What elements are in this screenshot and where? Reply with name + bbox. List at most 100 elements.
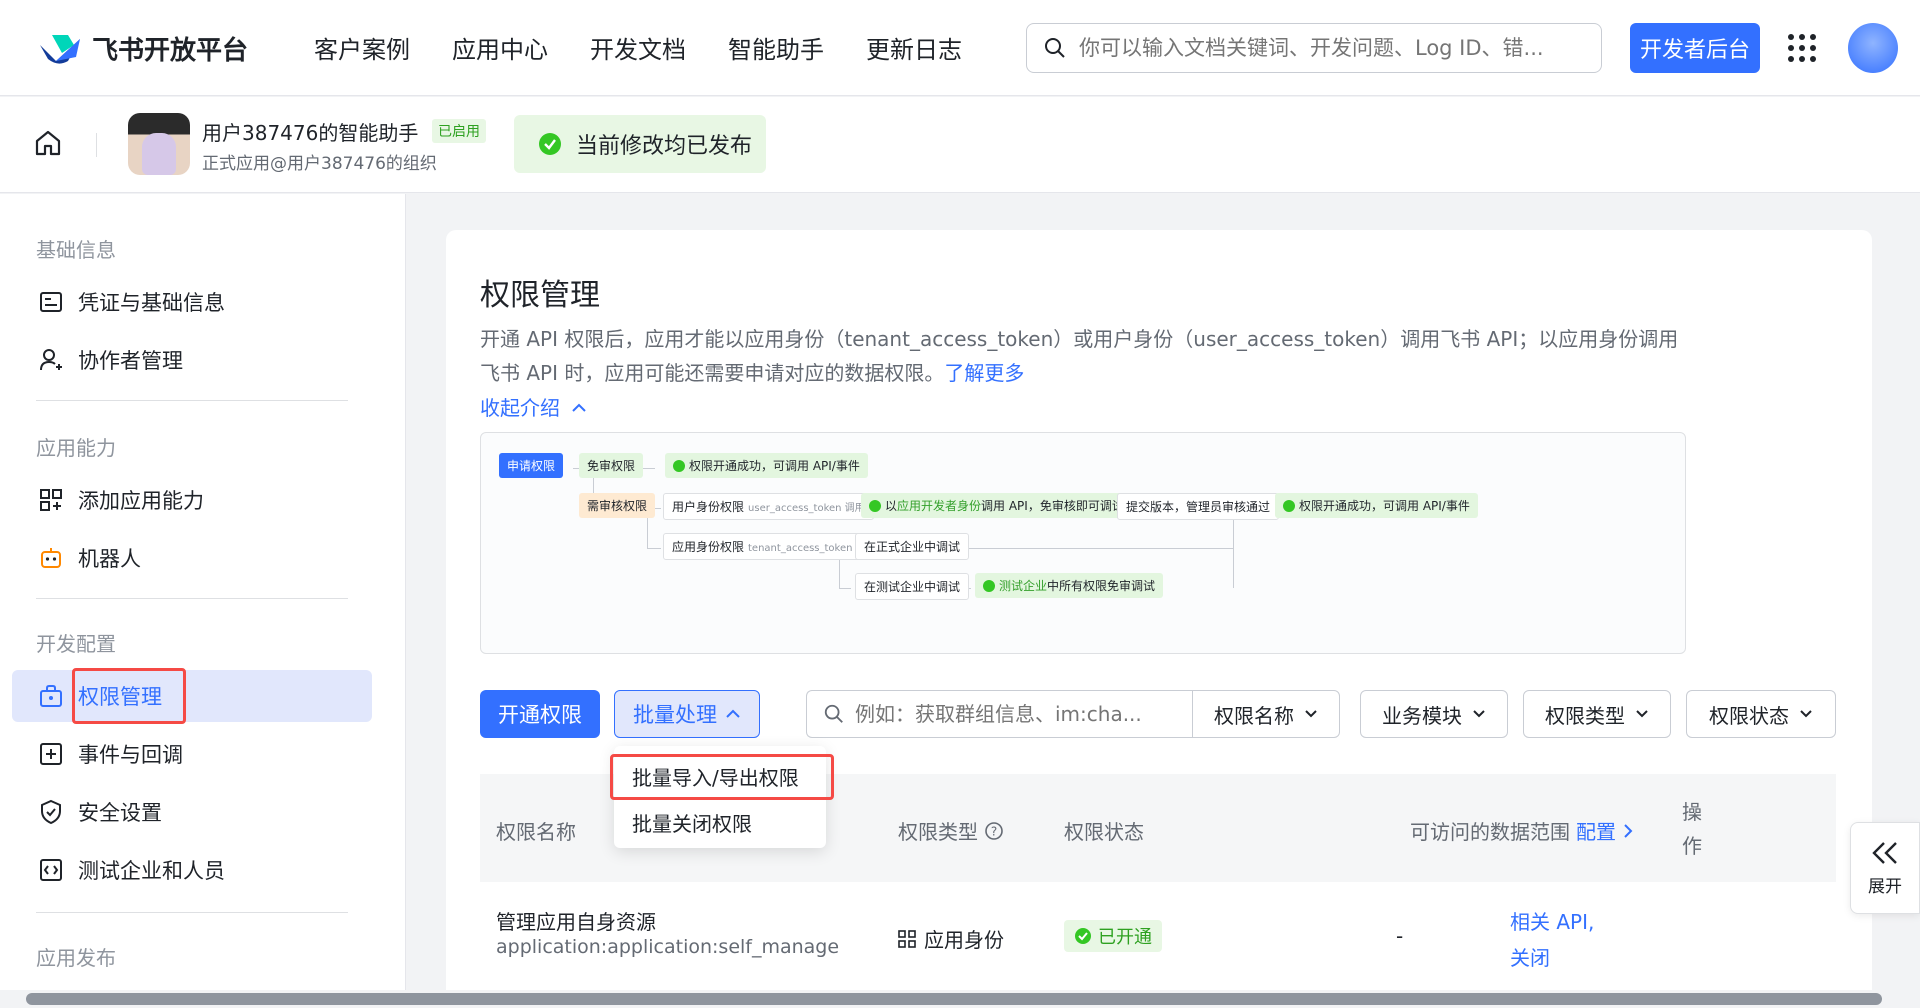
permission-search-input[interactable]: [855, 702, 1175, 726]
flow-test-free-suffix: 中所有权限免审调试: [1047, 579, 1156, 593]
filter-label: 权限状态: [1709, 703, 1789, 728]
batch-actions-label: 批量处理: [633, 703, 717, 727]
batch-actions-button[interactable]: 批量处理: [614, 690, 760, 738]
flow-test-debug: 在测试企业中调试: [855, 573, 970, 600]
filter-permission-type[interactable]: 权限类型: [1523, 690, 1671, 738]
flow-test-free: 测试企业中所有权限免审调试: [975, 573, 1164, 598]
permission-row-type-label: 应用身份: [924, 928, 1004, 952]
nav-customer-cases[interactable]: 客户案例: [314, 30, 410, 65]
permission-row-code: application:application:self_manage: [496, 936, 840, 958]
configure-scope-link[interactable]: 配置: [1576, 816, 1616, 845]
filter-permission-status[interactable]: 权限状态: [1686, 690, 1836, 738]
nav-changelog[interactable]: 更新日志: [866, 30, 962, 65]
logo[interactable]: 飞书开放平台: [38, 30, 248, 67]
expand-panel-button[interactable]: 展开: [1850, 822, 1920, 914]
double-chevron-left-icon: [1872, 841, 1897, 864]
sidebar-item-add-capability[interactable]: 添加应用能力: [12, 474, 372, 526]
sidebar-item-label: 添加应用能力: [78, 489, 204, 513]
apps-add-icon: [40, 489, 62, 511]
horizontal-scrollbar[interactable]: [0, 990, 1920, 1008]
top-nav-links: 客户案例 应用中心 开发文档 智能助手 更新日志: [314, 30, 962, 65]
flow-dev-identity-green: 应用开发者身份: [897, 499, 982, 513]
app-status-badge: 已启用: [432, 119, 486, 143]
help-icon[interactable]: ?: [984, 821, 1004, 841]
sidebar-divider: [36, 912, 348, 913]
user-add-icon: [40, 349, 62, 371]
flow-dev-identity-prefix: 以: [885, 499, 898, 513]
flow-user-perm-token: user_access_token 调用: [748, 503, 865, 514]
collapse-intro-link[interactable]: 收起介绍: [480, 392, 588, 421]
menu-item-batch-close[interactable]: 批量关闭权限: [632, 808, 752, 837]
sidebar-item-permissions[interactable]: 权限管理: [12, 670, 372, 722]
sidebar-item-events[interactable]: 事件与回调: [12, 728, 372, 780]
col-data-scope-label: 可访问的数据范围: [1410, 820, 1570, 844]
sidebar-item-label: 事件与回调: [78, 743, 183, 767]
permission-row-type: 应用身份: [898, 924, 1004, 953]
global-search-input[interactable]: [1079, 36, 1579, 60]
divider: [96, 133, 97, 157]
sidebar-divider: [36, 400, 348, 401]
code-icon: [40, 859, 62, 881]
svg-text:?: ?: [991, 824, 997, 838]
apps-icon: [898, 929, 916, 948]
permissions-card: 权限管理 开通 API 权限后，应用才能以应用身份（tenant_access_…: [446, 230, 1872, 1000]
chevron-down-icon: [1800, 710, 1812, 718]
permission-row-name: 管理应用自身资源: [496, 910, 656, 934]
app-grid-icon[interactable]: [1788, 34, 1816, 62]
chevron-down-icon: [1305, 710, 1317, 718]
col-actions-line2: 作: [1682, 834, 1702, 858]
user-avatar[interactable]: [1848, 23, 1898, 73]
close-permission-link[interactable]: 关闭: [1510, 942, 1550, 971]
filter-business-module[interactable]: 业务模块: [1360, 690, 1508, 738]
permission-flow-diagram: 申请权限 免审权限 权限开通成功，可调用 API/事件 需审核权限 用户身份权限…: [480, 432, 1686, 654]
sidebar-item-credentials[interactable]: 凭证与基础信息: [12, 276, 372, 328]
home-icon[interactable]: [32, 127, 64, 159]
sidebar: 基础信息 凭证与基础信息 协作者管理 应用能力 添加应用能力 机器人 开发配置 …: [0, 194, 406, 994]
open-permission-button[interactable]: 开通权限: [480, 690, 600, 738]
filter-permission-name[interactable]: 权限名称: [1192, 690, 1340, 738]
related-api-link[interactable]: 相关 API,: [1510, 906, 1594, 935]
learn-more-link[interactable]: 了解更多: [944, 361, 1024, 385]
description-text: 开通 API 权限后，应用才能以应用身份（tenant_access_token…: [480, 327, 1679, 385]
flow-test-free-green: 测试企业: [999, 579, 1048, 593]
flow-user-perm: 用户身份权限 user_access_token 调用: [663, 493, 874, 520]
check-circle-icon: [539, 133, 561, 155]
feishu-logo-icon: [40, 34, 80, 64]
flow-free-result-text: 权限开通成功，可调用 API/事件: [689, 459, 860, 473]
sidebar-item-robot[interactable]: 机器人: [12, 532, 372, 584]
robot-icon: [41, 548, 61, 568]
flow-free-result: 权限开通成功，可调用 API/事件: [665, 453, 868, 478]
filter-label: 权限名称: [1214, 703, 1294, 728]
permission-search[interactable]: [806, 690, 1192, 738]
flow-dev-identity-suffix: 调用 API，免审核即可调试: [981, 499, 1124, 513]
global-search[interactable]: [1026, 23, 1602, 73]
top-navbar: 飞书开放平台 客户案例 应用中心 开发文档 智能助手 更新日志 开发者后台: [0, 0, 1920, 96]
chevron-up-icon: [572, 403, 587, 412]
search-icon: [1045, 38, 1065, 58]
scrollbar-thumb[interactable]: [26, 993, 1882, 1005]
col-data-scope: 可访问的数据范围 配置: [1410, 816, 1634, 845]
sidebar-item-security[interactable]: 安全设置: [12, 786, 372, 838]
flow-dev-identity: 以应用开发者身份调用 API，免审核即可调试: [861, 493, 1132, 518]
highlight-box-sidebar: [72, 668, 186, 724]
permission-row-status-label: 已开通: [1098, 927, 1152, 948]
flow-user-perm-label: 用户身份权限: [672, 500, 745, 514]
check-circle-icon: [1075, 928, 1091, 944]
chevron-right-icon: [1624, 823, 1633, 838]
flow-app-perm: 应用身份权限 tenant_access_token 调用: [663, 533, 885, 560]
sidebar-item-collaborators[interactable]: 协作者管理: [12, 334, 372, 386]
sidebar-item-test-enterprise[interactable]: 测试企业和人员: [12, 844, 372, 896]
highlight-box-menu: [610, 754, 834, 800]
event-icon: [40, 743, 62, 765]
app-name: 用户387476的智能助手: [202, 121, 419, 145]
developer-console-button[interactable]: 开发者后台: [1630, 23, 1760, 73]
nav-app-center[interactable]: 应用中心: [452, 30, 548, 65]
sidebar-group-dev-config: 开发配置: [36, 632, 116, 656]
sidebar-divider: [36, 598, 348, 599]
col-permission-name: 权限名称: [496, 820, 576, 844]
check-icon: [673, 460, 685, 472]
logo-text: 飞书开放平台: [92, 36, 249, 66]
nav-dev-docs[interactable]: 开发文档: [590, 30, 686, 65]
sidebar-item-label: 协作者管理: [78, 349, 183, 373]
nav-ai-assistant[interactable]: 智能助手: [728, 30, 824, 65]
